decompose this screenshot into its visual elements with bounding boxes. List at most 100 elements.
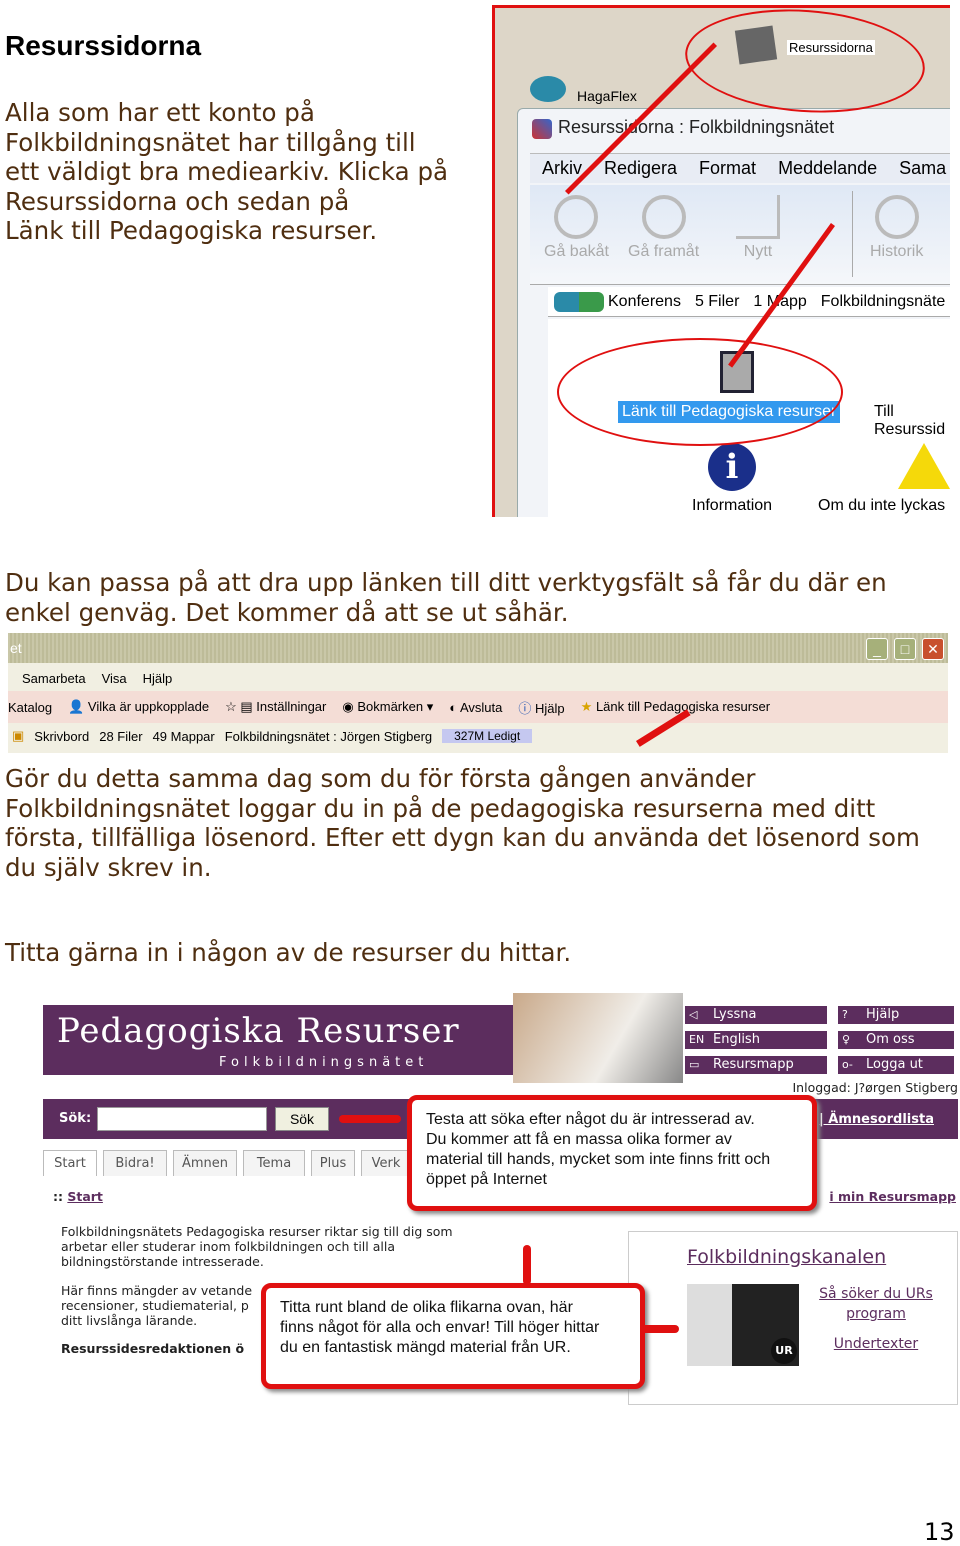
close-button[interactable]: ✕	[922, 638, 944, 660]
location-bar: Konferens 5 Filer 1 Mapp Folkbildningsnä…	[548, 287, 950, 317]
nav-label: Hjälp	[866, 1007, 900, 1022]
tab-verk[interactable]: Verk	[361, 1150, 411, 1176]
tab-bidra[interactable]: Bidra!	[103, 1150, 167, 1176]
installningar-label: Inställningar	[256, 699, 327, 714]
till-resurssidorna-item[interactable]: Till Resurssid	[874, 403, 950, 439]
free-space: 327M Ledigt	[442, 729, 533, 743]
menu-sama[interactable]: Sama	[899, 158, 946, 179]
new-label: Nytt	[743, 243, 773, 260]
search-callout: Testa att söka efter något du är intress…	[407, 1095, 817, 1211]
channel-thumbnail[interactable]: UR	[687, 1284, 799, 1366]
app-window: Resurssidorna : Folkbildningsnätet Arkiv…	[517, 108, 950, 517]
s-button[interactable]: S	[938, 195, 950, 261]
page-heading: Resurssidorna	[5, 30, 202, 61]
tab-tema[interactable]: Tema	[243, 1150, 305, 1176]
search-button[interactable]: Sök	[275, 1107, 329, 1131]
star-link-icon: ★	[580, 699, 593, 714]
forward-button[interactable]: Gå framåt	[628, 195, 699, 261]
arrow-to-search	[339, 1115, 401, 1123]
nav-om-oss[interactable]: ♀ Om oss	[837, 1030, 955, 1050]
history-button[interactable]: Historik	[870, 195, 923, 261]
toolbar-link-pedagogiska[interactable]: ★ Länk till Pedagogiska resurser	[581, 699, 770, 715]
nav-english[interactable]: EN English	[684, 1030, 828, 1050]
nav-lyssna[interactable]: ◁ Lyssna	[684, 1005, 828, 1025]
banner-photo	[513, 993, 683, 1083]
window-title: Resurssidorna : Folkbildningsnätet	[558, 117, 835, 137]
explore-paragraph: Titta gärna in i någon av de resurser du…	[5, 938, 572, 967]
nav-label: Resursmapp	[713, 1057, 794, 1072]
arrow-to-channel	[641, 1325, 679, 1333]
site-logo: Pedagogiska Resurser	[57, 1011, 460, 1051]
menu-format[interactable]: Format	[699, 158, 756, 179]
status-location: Skrivbord	[34, 728, 90, 744]
menu-redigera[interactable]: Redigera	[604, 158, 677, 179]
toolbar-avsluta[interactable]: ◐ Avsluta	[449, 700, 502, 715]
menu-meddelande[interactable]: Meddelande	[778, 158, 877, 179]
intro-paragraph: Alla som har ett konto på Folkbildningsn…	[5, 98, 449, 245]
menu-hjalp[interactable]: Hjälp	[143, 671, 173, 686]
breadcrumb: :: Start	[53, 1189, 103, 1204]
new-icon	[736, 195, 780, 239]
menu-visa[interactable]: Visa	[102, 671, 127, 686]
toolbar: Gå bakåt Gå framåt Nytt Historik S	[530, 185, 950, 285]
ur-logo: UR	[771, 1338, 797, 1364]
site-logo-sub: Folkbildningsnätet	[219, 1055, 429, 1070]
menu-samarbeta[interactable]: Samarbeta	[22, 671, 86, 686]
toolbar-hjalp[interactable]: ⓘ Hjälp	[518, 698, 564, 717]
nav-label: Lyssna	[713, 1007, 757, 1022]
en-icon: EN	[689, 1033, 705, 1046]
urs-program-link[interactable]: Så söker du URs program	[811, 1284, 941, 1324]
screenshot-resurssidorna: Resurssidorna HagaFlex Resurssidorna : F…	[492, 5, 950, 517]
key-icon: o-	[842, 1058, 853, 1071]
resursmapp-link[interactable]: i min Resursmapp	[829, 1189, 956, 1204]
toolbar-paragraph: Du kan passa på att dra upp länken till …	[5, 568, 887, 627]
folder-icon: ▭	[689, 1058, 700, 1071]
channel-box: Folkbildningskanalen UR Så söker du URs …	[628, 1231, 958, 1405]
nav-resursmapp[interactable]: ▭ Resursmapp	[684, 1055, 828, 1075]
undertexter-link[interactable]: Undertexter	[811, 1336, 941, 1352]
toolbar-katalog[interactable]: Katalog	[8, 700, 52, 715]
nav-hjalp[interactable]: ? Hjälp	[837, 1005, 955, 1025]
toolbar-installningar[interactable]: ☆ ▤ Inställningar	[225, 699, 326, 715]
screenshot-pedagogiska-resurser: Pedagogiska Resurser Folkbildningsnätet …	[43, 993, 958, 1405]
menu-arkiv[interactable]: Arkiv	[542, 158, 582, 179]
nav-logga-ut[interactable]: o- Logga ut	[837, 1055, 955, 1075]
annotation-circle-top	[681, 8, 929, 121]
glossary-link[interactable]: | Ämnesordlista	[819, 1112, 934, 1127]
window-title: et	[10, 640, 22, 656]
tab-plus[interactable]: Plus	[311, 1150, 355, 1176]
toolbar-divider	[852, 191, 853, 277]
annotation-circle-link	[557, 338, 843, 446]
signature: Resurssidesredaktionen ö	[61, 1341, 245, 1356]
avsluta-label: Avsluta	[459, 699, 503, 715]
globe-icon	[874, 195, 919, 239]
tab-amnen[interactable]: Ämnen	[173, 1150, 237, 1176]
toolbar-bokmarken[interactable]: ◉ Bokmärken ▾	[342, 699, 433, 715]
vilka-label: Vilka är uppkopplade	[87, 699, 210, 714]
channel-title[interactable]: Folkbildningskanalen	[687, 1246, 886, 1268]
minimize-button[interactable]: _	[866, 638, 888, 660]
tab-start[interactable]: Start	[43, 1150, 97, 1176]
tabs-callout: Titta runt bland de olika flikarna ovan,…	[261, 1283, 645, 1389]
new-button[interactable]: Nytt	[736, 195, 780, 261]
back-button[interactable]: Gå bakåt	[544, 195, 609, 261]
login-paragraph: Gör du detta samma dag som du för första…	[5, 764, 920, 882]
question-icon: ?	[842, 1008, 848, 1021]
login-help-item[interactable]: Om du inte lyckas log	[818, 497, 950, 515]
conference-icon	[554, 291, 604, 312]
site-banner: Pedagogiska Resurser Folkbildningsnätet	[43, 993, 683, 1083]
search-label: Sök:	[59, 1111, 92, 1126]
maximize-button[interactable]: □	[894, 638, 916, 660]
intro-text-2: Här finns mängder av vetande recensioner…	[61, 1283, 253, 1328]
desktop-icon: ▣	[12, 728, 25, 743]
breadcrumb-start[interactable]: Start	[67, 1189, 103, 1204]
logged-in-label: Inloggad: J?ørgen Stigberg	[792, 1080, 958, 1095]
toolbar-vilka[interactable]: 👤 Vilka är uppkopplade	[68, 699, 209, 715]
hjalp-label: Hjälp	[535, 700, 565, 716]
search-input[interactable]	[97, 1107, 267, 1131]
information-item[interactable]: Information	[692, 497, 772, 515]
forward-label: Gå framåt	[628, 243, 700, 260]
bokmarken-label: Bokmärken	[357, 699, 424, 714]
back-label: Gå bakåt	[544, 243, 609, 260]
address-path: Folkbildningsnäte	[820, 292, 946, 310]
